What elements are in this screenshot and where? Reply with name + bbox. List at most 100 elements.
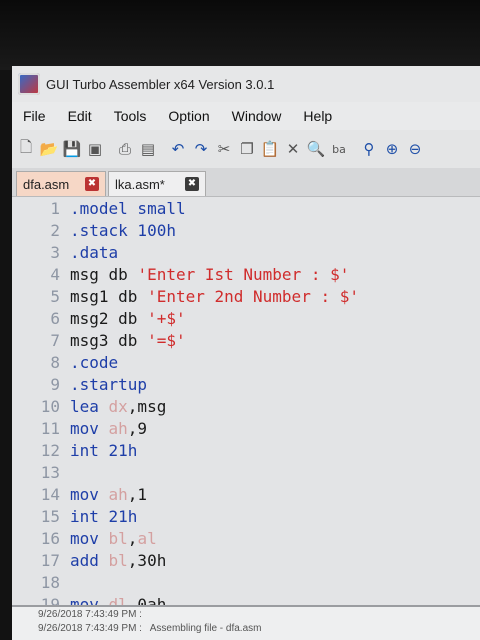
code-text: mov ah,1	[70, 484, 147, 506]
code-line[interactable]: 9 .startup	[12, 374, 480, 396]
output-line: 9/26/2018 7:43:49 PM : Assembling file -…	[38, 623, 262, 634]
tab-lka-asm[interactable]: lka.asm* ✖	[108, 171, 206, 196]
code-text: int 21h	[70, 506, 137, 528]
code-line[interactable]: 17 add bl,30h	[12, 550, 480, 572]
menu-window[interactable]: Window	[221, 108, 293, 124]
code-line[interactable]: 8 .code	[12, 352, 480, 374]
menu-help[interactable]: Help	[292, 108, 343, 124]
open-icon[interactable]: 📂	[39, 139, 59, 159]
code-token: mov	[70, 595, 109, 605]
code-line[interactable]: 10 lea dx,msg	[12, 396, 480, 418]
line-number: 19	[40, 595, 60, 605]
code-token: ,9	[127, 419, 148, 438]
code-text: msg1 db 'Enter 2nd Number : $'	[70, 286, 359, 308]
code-token: ah	[108, 485, 128, 504]
output-line: 9/26/2018 7:43:49 PM :	[38, 609, 142, 620]
code-token: '=$'	[147, 331, 186, 350]
redo-icon[interactable]: ↷	[191, 139, 211, 159]
print-icon[interactable]: ⎙	[115, 139, 135, 159]
code-line[interactable]: 13	[12, 462, 480, 484]
line-number: 9	[50, 375, 60, 394]
save-icon[interactable]: 💾	[62, 139, 82, 159]
code-token: bl	[108, 529, 128, 548]
tab-label: lka.asm*	[115, 176, 165, 192]
code-token: .stack 100h	[70, 221, 176, 240]
cut-icon[interactable]: ✂	[214, 139, 234, 159]
menu-tools[interactable]: Tools	[103, 108, 158, 124]
code-token: msg db	[70, 265, 138, 284]
code-token: int 21h	[70, 441, 138, 460]
monitor-bezel	[0, 0, 480, 70]
code-token: .code	[70, 353, 119, 372]
paste-icon[interactable]: 📋	[260, 139, 280, 159]
zoom-out-icon[interactable]: ⊖	[405, 139, 425, 159]
code-line[interactable]: 1 .model small	[12, 198, 480, 220]
line-number: 17	[40, 551, 60, 570]
code-token: ,1	[127, 485, 148, 504]
code-token: mov	[70, 485, 109, 504]
line-number: 10	[40, 397, 60, 416]
replace-icon[interactable]: ba	[329, 139, 349, 159]
code-line[interactable]: 4 msg db 'Enter Ist Number : $'	[12, 264, 480, 286]
code-text: .startup	[70, 374, 147, 396]
line-number: 14	[40, 485, 60, 504]
code-token: ,msg	[127, 397, 167, 416]
code-token: ah	[108, 419, 128, 438]
code-text: mov ah,9	[70, 418, 147, 440]
code-line[interactable]: 3 .data	[12, 242, 480, 264]
line-number: 13	[40, 463, 60, 482]
line-number: 6	[50, 309, 60, 328]
print-preview-icon[interactable]: ▤	[138, 139, 158, 159]
code-line[interactable]: 6 msg2 db '+$'	[12, 308, 480, 330]
code-line[interactable]: 7 msg3 db '=$'	[12, 330, 480, 352]
code-line[interactable]: 2 .stack 100h	[12, 220, 480, 242]
close-icon[interactable]: ✖	[185, 177, 199, 191]
title-bar: GUI Turbo Assembler x64 Version 3.0.1	[12, 66, 480, 102]
line-number: 4	[50, 265, 60, 284]
copy-icon[interactable]: ❐	[237, 139, 257, 159]
code-editor[interactable]: 1 .model small 2 .stack 100h 3 .data 4 msg db '…	[12, 197, 480, 605]
code-token: add	[70, 551, 109, 570]
line-number: 12	[40, 441, 60, 460]
code-token: msg3 db	[70, 331, 148, 350]
save-all-icon[interactable]: ▣	[85, 139, 105, 159]
menu-option[interactable]: Option	[157, 108, 220, 124]
code-text: .stack 100h	[70, 220, 176, 242]
menu-bar: File Edit Tools Option Window Help	[12, 102, 480, 130]
app-window: GUI Turbo Assembler x64 Version 3.0.1 Fi…	[12, 66, 480, 640]
delete-icon[interactable]: ✕	[283, 139, 303, 159]
code-token: msg2 db	[70, 309, 148, 328]
code-text: mov dl,0ah	[70, 594, 166, 605]
app-logo-icon	[18, 73, 40, 95]
zoom-icon[interactable]: ⚲	[359, 139, 379, 159]
code-line[interactable]: 15 int 21h	[12, 506, 480, 528]
window-title: GUI Turbo Assembler x64 Version 3.0.1	[46, 76, 275, 92]
code-token: lea	[70, 397, 109, 416]
zoom-in-icon[interactable]: ⊕	[382, 139, 402, 159]
undo-icon[interactable]: ↶	[168, 139, 188, 159]
tab-dfa-asm[interactable]: dfa.asm ✖	[16, 171, 106, 196]
code-token: mov	[70, 419, 109, 438]
find-icon[interactable]: 🔍	[306, 139, 326, 159]
code-line[interactable]: 16 mov bl,al	[12, 528, 480, 550]
code-text: add bl,30h	[70, 550, 166, 572]
code-text: mov bl,al	[70, 528, 157, 550]
tab-bar: dfa.asm ✖ lka.asm* ✖	[12, 168, 480, 197]
code-line[interactable]: 11 mov ah,9	[12, 418, 480, 440]
menu-file[interactable]: File	[12, 108, 57, 124]
menu-edit[interactable]: Edit	[57, 108, 103, 124]
line-number: 5	[50, 287, 60, 306]
code-line[interactable]: 14 mov ah,1	[12, 484, 480, 506]
code-line[interactable]: 12 int 21h	[12, 440, 480, 462]
code-line[interactable]: 5 msg1 db 'Enter 2nd Number : $'	[12, 286, 480, 308]
close-icon[interactable]: ✖	[85, 177, 99, 191]
code-token: .startup	[70, 375, 148, 394]
code-token: '+$'	[147, 309, 186, 328]
code-line[interactable]: 19 mov dl,0ah	[12, 594, 480, 605]
code-token: dx	[108, 397, 128, 416]
code-text: int 21h	[70, 440, 137, 462]
new-file-icon[interactable]: 🗋	[16, 138, 36, 159]
line-number: 7	[50, 331, 60, 350]
output-panel: 9/26/2018 7:43:49 PM : 9/26/2018 7:43:49…	[12, 605, 480, 640]
code-line[interactable]: 18	[12, 572, 480, 594]
